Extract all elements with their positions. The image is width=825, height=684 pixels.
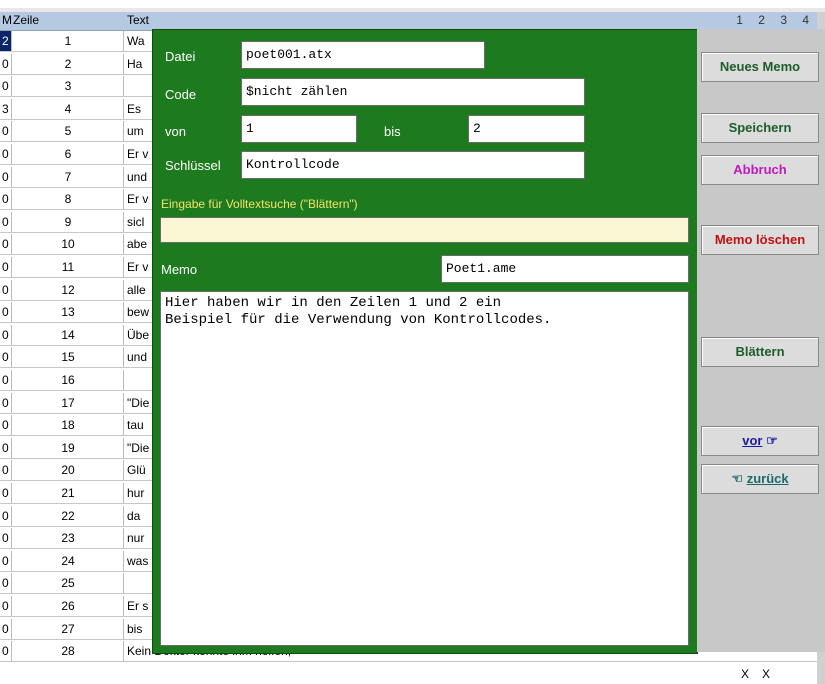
memo-dialog: Datei poet001.atx Code $nicht zählen von…	[152, 29, 698, 654]
row-number: 24	[13, 550, 124, 571]
row-marker: 0	[0, 505, 12, 526]
header-zeile: Zeile	[13, 13, 40, 27]
row-number: 13	[13, 302, 124, 323]
row-number: 1	[13, 31, 124, 51]
row-marker: 0	[0, 550, 12, 571]
schluessel-label: Schlüssel	[165, 158, 221, 173]
row-number: 20	[13, 460, 124, 481]
von-input[interactable]: 1	[241, 115, 357, 143]
hand-left-icon: ☜	[731, 471, 744, 486]
row-marker: 3	[0, 98, 12, 119]
row-number: 7	[13, 166, 124, 187]
row-marker: 0	[0, 324, 12, 345]
row-number: 8	[13, 189, 124, 210]
row-marker: 0	[0, 528, 12, 549]
abbruch-button[interactable]: Abbruch	[701, 155, 819, 185]
row-marker: 0	[0, 618, 12, 639]
row-number: 10	[13, 234, 124, 255]
search-input[interactable]	[160, 217, 689, 243]
row-marker: 0	[0, 596, 12, 616]
row-mark-2: X	[762, 667, 771, 681]
page-numbers[interactable]: 1 2 3 4	[736, 13, 815, 27]
memo-loeschen-button[interactable]: Memo löschen	[701, 225, 819, 255]
row-marker: 0	[0, 392, 12, 413]
zurueck-button[interactable]: ☜ zurück	[701, 464, 819, 494]
neues-memo-button[interactable]: Neues Memo	[701, 52, 819, 82]
row-marker: 0	[0, 234, 12, 255]
row-marker: 0	[0, 189, 12, 210]
memo-label: Memo	[161, 262, 198, 277]
row-marker: 0	[0, 573, 12, 594]
code-label: Code	[165, 87, 197, 102]
von-label: von	[165, 124, 186, 139]
header-text: Text	[127, 13, 150, 27]
row-number: 11	[13, 257, 124, 277]
datei-input[interactable]: poet001.atx	[241, 41, 485, 69]
row-number: 27	[13, 618, 124, 639]
row-number: 2	[13, 53, 124, 74]
row-number: 16	[13, 370, 124, 390]
row-number: 9	[13, 211, 124, 232]
row-number: 22	[13, 505, 124, 526]
row-marker: 2	[0, 31, 12, 51]
row-number: 19	[13, 437, 124, 458]
row-marker: 0	[0, 257, 12, 277]
row-number: 25	[13, 573, 124, 594]
row-number: 26	[13, 596, 124, 616]
row-marker: 0	[0, 641, 12, 662]
row-marker: 0	[0, 415, 12, 436]
row-number: 3	[13, 76, 124, 97]
bis-input[interactable]: 2	[468, 115, 585, 143]
row-number: 14	[13, 324, 124, 345]
blaettern-button[interactable]: Blättern	[701, 337, 819, 367]
row-marker: 0	[0, 483, 12, 503]
row-marker: 0	[0, 460, 12, 481]
row-marker: 0	[0, 121, 12, 142]
vor-button[interactable]: vor ☞	[701, 426, 819, 456]
row-number: 23	[13, 528, 124, 549]
memo-file-input[interactable]: Poet1.ame	[441, 255, 689, 283]
speichern-button[interactable]: Speichern	[701, 113, 819, 143]
row-number: 15	[13, 347, 124, 368]
row-number: 21	[13, 483, 124, 503]
row-number: 5	[13, 121, 124, 142]
row-marker: 0	[0, 53, 12, 74]
hand-right-icon: ☞	[766, 433, 778, 448]
zurueck-label: zurück	[746, 471, 789, 486]
row-mark-1: X	[741, 667, 750, 681]
header-m: M	[2, 13, 12, 27]
row-number: 18	[13, 415, 124, 436]
row-marker: 0	[0, 144, 12, 164]
row-number: 28	[13, 641, 124, 662]
row-marker: 0	[0, 279, 12, 300]
row-number: 12	[13, 279, 124, 300]
schluessel-input[interactable]: Kontrollcode	[241, 151, 585, 179]
code-input[interactable]: $nicht zählen	[241, 78, 585, 106]
memo-textarea[interactable]: Hier haben wir in den Zeilen 1 und 2 ein…	[160, 291, 689, 646]
row-marker: 0	[0, 370, 12, 390]
row-marker: 0	[0, 166, 12, 187]
row-marker: 0	[0, 211, 12, 232]
row-number: 17	[13, 392, 124, 413]
row-marker: 0	[0, 76, 12, 97]
row-marker: 0	[0, 347, 12, 368]
search-label: Eingabe für Volltextsuche ("Blättern")	[161, 197, 358, 211]
row-marker: 0	[0, 437, 12, 458]
row-number: 4	[13, 98, 124, 119]
row-number: 6	[13, 144, 124, 164]
datei-label: Datei	[165, 49, 196, 64]
row-marker: 0	[0, 302, 12, 323]
bis-label: bis	[384, 124, 401, 139]
vor-label: vor	[742, 433, 763, 448]
